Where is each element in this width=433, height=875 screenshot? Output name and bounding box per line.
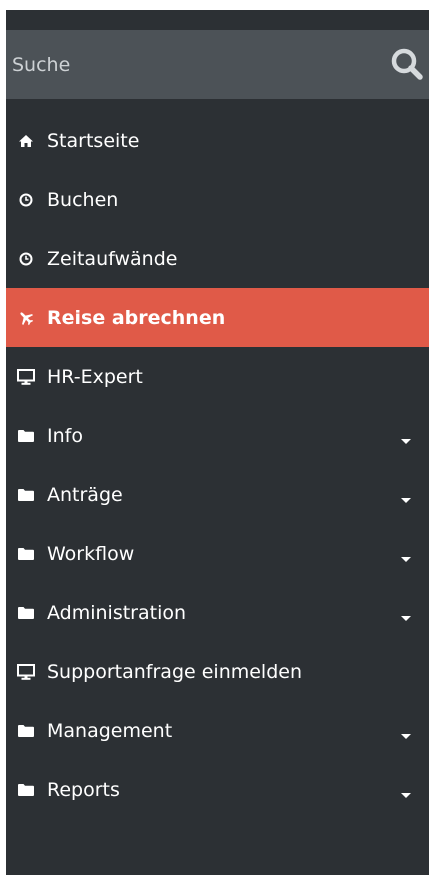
sidebar-menu: Startseite Buchen Zeitaufwände Reise abr… bbox=[6, 111, 429, 819]
sidebar-item-administration[interactable]: Administration bbox=[6, 583, 429, 642]
caret-down-icon bbox=[401, 793, 411, 798]
sidebar-item-workflow[interactable]: Workflow bbox=[6, 524, 429, 583]
sidebar-item-info[interactable]: Info bbox=[6, 406, 429, 465]
monitor-icon bbox=[17, 368, 35, 386]
sidebar-item-management[interactable]: Management bbox=[6, 701, 429, 760]
monitor-icon bbox=[17, 663, 35, 681]
home-icon bbox=[17, 132, 35, 150]
folder-icon bbox=[17, 486, 35, 504]
sidebar-item-antraege[interactable]: Anträge bbox=[6, 465, 429, 524]
caret-down-icon bbox=[401, 557, 411, 562]
folder-icon bbox=[17, 722, 35, 740]
sidebar-item-label: HR-Expert bbox=[47, 365, 143, 388]
search-icon[interactable] bbox=[389, 46, 425, 82]
sidebar-item-label: Zeitaufwände bbox=[47, 247, 178, 270]
sidebar-item-label: Workflow bbox=[47, 542, 135, 565]
clock-icon bbox=[17, 250, 35, 268]
sidebar-item-label: Supportanfrage einmelden bbox=[47, 660, 303, 683]
folder-icon bbox=[17, 781, 35, 799]
folder-icon bbox=[17, 545, 35, 563]
plane-icon bbox=[17, 309, 35, 327]
sidebar-item-label: Info bbox=[47, 424, 83, 447]
caret-down-icon bbox=[401, 439, 411, 444]
sidebar-item-zeitaufwaende[interactable]: Zeitaufwände bbox=[6, 229, 429, 288]
search-bar bbox=[6, 30, 429, 99]
sidebar-item-label: Startseite bbox=[47, 129, 140, 152]
sidebar-item-label: Buchen bbox=[47, 188, 119, 211]
sidebar-item-label: Reise abrechnen bbox=[47, 306, 226, 329]
sidebar-item-label: Administration bbox=[47, 601, 187, 624]
sidebar-item-startseite[interactable]: Startseite bbox=[6, 111, 429, 170]
clock-icon bbox=[17, 191, 35, 209]
sidebar: Startseite Buchen Zeitaufwände bbox=[6, 10, 429, 875]
caret-down-icon bbox=[401, 616, 411, 621]
sidebar-item-buchen[interactable]: Buchen bbox=[6, 170, 429, 229]
sidebar-item-reports[interactable]: Reports bbox=[6, 760, 429, 819]
folder-icon bbox=[17, 427, 35, 445]
sidebar-item-label: Management bbox=[47, 719, 173, 742]
folder-icon bbox=[17, 604, 35, 622]
sidebar-item-hr-expert[interactable]: HR-Expert bbox=[6, 347, 429, 406]
caret-down-icon bbox=[401, 498, 411, 503]
sidebar-item-supportanfrage[interactable]: Supportanfrage einmelden bbox=[6, 642, 429, 701]
caret-down-icon bbox=[401, 734, 411, 739]
search-input[interactable] bbox=[6, 30, 366, 99]
sidebar-item-label: Anträge bbox=[47, 483, 123, 506]
sidebar-item-reise-abrechnen[interactable]: Reise abrechnen bbox=[6, 288, 429, 347]
sidebar-item-label: Reports bbox=[47, 778, 120, 801]
